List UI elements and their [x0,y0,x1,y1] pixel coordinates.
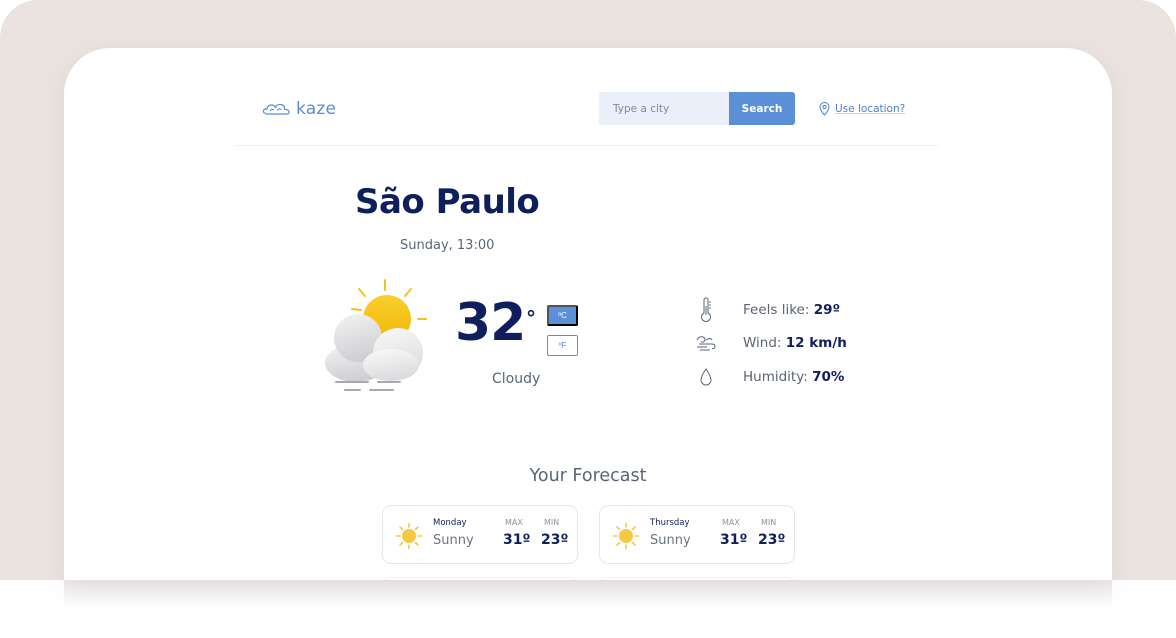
forecast-title: Your Forecast [529,466,647,486]
use-location-link[interactable]: Use location? [819,102,905,116]
forecast-card[interactable]: Monday Sunny MAX MIN 31º 23º [382,505,578,564]
cloud-logo-icon [262,103,290,115]
forecast-condition: Sunny [650,533,691,548]
feels-like-value: 29º [813,302,841,318]
search-bar: Search [599,92,795,125]
header-divider [236,145,939,146]
forecast-card-partial [382,577,578,580]
min-label: MIN [761,518,777,527]
forecast-card[interactable]: Thursday Sunny MAX MIN 31º 23º [599,505,795,564]
feels-like-label: Feels like: [743,302,814,318]
forecast-max: 31º [720,532,748,548]
use-location-label: Use location? [835,103,906,115]
search-input[interactable] [599,92,729,125]
wind-label: Wind: [743,335,786,351]
celsius-toggle[interactable]: ºC [547,305,578,326]
forecast-min: 23º [758,532,786,548]
min-label: MIN [544,518,560,527]
current-condition: Cloudy [492,371,541,387]
forecast-card-partial [599,577,795,580]
degree-symbol: ° [526,306,536,330]
brand-logo[interactable]: kaze [262,98,336,120]
droplet-icon [694,365,718,389]
detail-feels-like: Feels like: 29º [694,297,840,323]
forecast-max: 31º [503,532,531,548]
partly-cloudy-windy-icon [325,279,427,391]
search-button[interactable]: Search [729,92,795,125]
wind-icon [694,331,718,355]
detail-wind: Wind: 12 km/h [694,331,847,355]
current-temperature: 32 [455,293,526,353]
fahrenheit-toggle[interactable]: ºF [547,335,578,356]
map-pin-icon [819,102,830,116]
thermometer-icon [694,297,718,323]
brand-name: kaze [296,99,337,119]
card-shadow [64,580,1112,610]
wind-value: 12 km/h [785,335,847,351]
forecast-min: 23º [541,532,569,548]
max-label: MAX [505,518,523,527]
app-window: kaze Search Use location? São Paulo Sund… [64,48,1112,580]
city-name: São Paulo [355,182,540,222]
forecast-day: Monday [433,518,467,528]
forecast-condition: Sunny [433,533,474,548]
sun-icon [612,522,640,550]
max-label: MAX [722,518,740,527]
forecast-day: Thursday [650,518,690,528]
detail-humidity: Humidity: 70% [694,365,844,389]
sun-icon [395,522,423,550]
humidity-value: 70% [812,369,845,385]
humidity-label: Humidity: [743,369,813,385]
current-datetime: Sunday, 13:00 [400,238,495,253]
